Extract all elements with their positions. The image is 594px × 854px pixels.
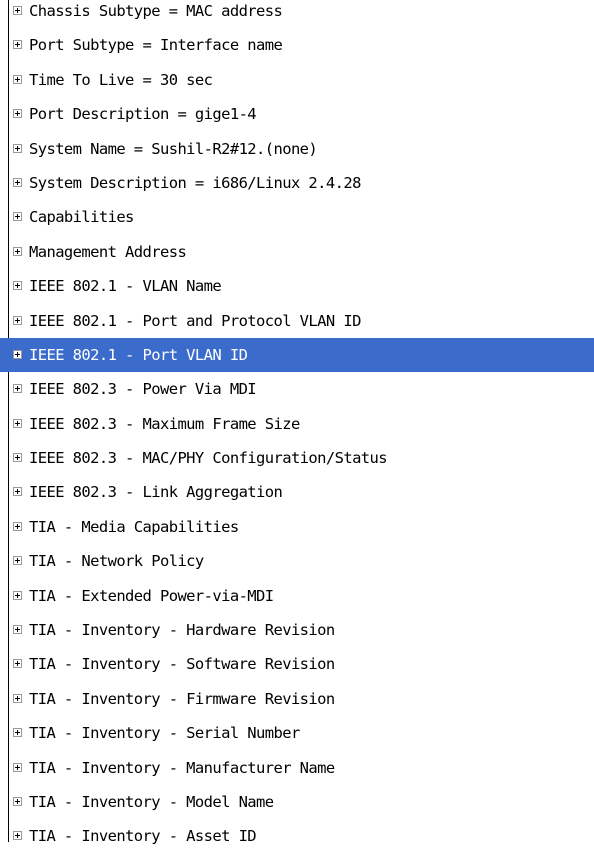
tree-node-label: IEEE 802.1 - Port and Protocol VLAN ID bbox=[29, 311, 361, 330]
plus-box-icon[interactable] bbox=[13, 109, 22, 119]
tree-node-label: Port Description = gige1-4 bbox=[29, 105, 257, 124]
tree-node-ieee-8021-port-protocol-vlan-id[interactable]: IEEE 802.1 - Port and Protocol VLAN ID bbox=[0, 304, 594, 338]
plus-box-icon[interactable] bbox=[13, 521, 22, 531]
plus-box-icon[interactable] bbox=[13, 590, 22, 600]
tree-node-label: Time To Live = 30 sec bbox=[29, 70, 213, 89]
tree-node-label: TIA - Inventory - Hardware Revision bbox=[29, 621, 335, 640]
plus-box-icon[interactable] bbox=[13, 625, 22, 635]
tree-node-tia-inventory-manufacturer-name[interactable]: TIA - Inventory - Manufacturer Name bbox=[0, 751, 594, 785]
tlv-tree-view[interactable]: Chassis Subtype = MAC address Port Subty… bbox=[0, 0, 594, 845]
tree-node-tia-inventory-serial-number[interactable]: TIA - Inventory - Serial Number bbox=[0, 716, 594, 750]
tree-node-tia-network-policy[interactable]: TIA - Network Policy bbox=[0, 544, 594, 578]
plus-box-icon[interactable] bbox=[13, 453, 22, 463]
tree-node-label: System Description = i686/Linux 2.4.28 bbox=[29, 173, 361, 192]
plus-box-icon[interactable] bbox=[13, 212, 22, 222]
tree-node-system-name[interactable]: System Name = Sushil-R2#12.(none) bbox=[0, 132, 594, 166]
tree-node-label: IEEE 802.3 - MAC/PHY Configuration/Statu… bbox=[29, 449, 388, 468]
tree-node-tia-media-capabilities[interactable]: TIA - Media Capabilities bbox=[0, 510, 594, 544]
tree-node-label: TIA - Inventory - Firmware Revision bbox=[29, 689, 335, 708]
tree-node-tia-inventory-firmware-revision[interactable]: TIA - Inventory - Firmware Revision bbox=[0, 682, 594, 716]
plus-box-icon[interactable] bbox=[13, 143, 22, 153]
tree-node-label: Chassis Subtype = MAC address bbox=[29, 2, 283, 20]
tree-node-label: TIA - Inventory - Manufacturer Name bbox=[29, 758, 335, 777]
tree-node-label: TIA - Network Policy bbox=[29, 552, 204, 571]
plus-box-icon[interactable] bbox=[13, 349, 22, 359]
tree-node-management-address[interactable]: Management Address bbox=[0, 235, 594, 269]
tree-node-ieee-8023-maximum-frame-size[interactable]: IEEE 802.3 - Maximum Frame Size bbox=[0, 407, 594, 441]
tree-node-tia-extended-power-via-mdi[interactable]: TIA - Extended Power-via-MDI bbox=[0, 579, 594, 613]
tree-node-label: Capabilities bbox=[29, 208, 134, 227]
plus-box-icon[interactable] bbox=[13, 315, 22, 325]
tree-node-tia-inventory-asset-id[interactable]: TIA - Inventory - Asset ID bbox=[0, 819, 594, 853]
tree-node-label: Port Subtype = Interface name bbox=[29, 36, 283, 55]
plus-box-icon[interactable] bbox=[13, 693, 22, 703]
tree-node-ieee-8021-port-vlan-id[interactable]: IEEE 802.1 - Port VLAN ID bbox=[0, 337, 594, 373]
plus-box-icon[interactable] bbox=[13, 281, 22, 291]
plus-box-icon[interactable] bbox=[13, 728, 22, 738]
tree-node-label: TIA - Media Capabilities bbox=[29, 517, 239, 536]
plus-box-icon[interactable] bbox=[13, 384, 22, 394]
plus-box-icon[interactable] bbox=[13, 762, 22, 772]
plus-box-icon[interactable] bbox=[13, 659, 22, 669]
plus-box-icon[interactable] bbox=[13, 74, 22, 84]
plus-box-icon[interactable] bbox=[13, 831, 22, 841]
plus-box-icon[interactable] bbox=[13, 177, 22, 187]
tree-node-label: IEEE 802.3 - Link Aggregation bbox=[29, 483, 283, 502]
tree-node-time-to-live[interactable]: Time To Live = 30 sec bbox=[0, 63, 594, 97]
tree-node-ieee-8023-mac-phy-config-status[interactable]: IEEE 802.3 - MAC/PHY Configuration/Statu… bbox=[0, 441, 594, 475]
tree-node-label: IEEE 802.3 - Power Via MDI bbox=[29, 380, 257, 399]
tree-node-label: TIA - Extended Power-via-MDI bbox=[29, 586, 274, 605]
tree-node-label: TIA - Inventory - Model Name bbox=[29, 792, 274, 811]
tree-node-label: IEEE 802.1 - Port VLAN ID bbox=[29, 345, 248, 364]
plus-box-icon[interactable] bbox=[13, 40, 22, 50]
plus-box-icon[interactable] bbox=[13, 796, 22, 806]
tree-node-port-subtype[interactable]: Port Subtype = Interface name bbox=[0, 28, 594, 62]
plus-box-icon[interactable] bbox=[13, 487, 22, 497]
tree-node-label: IEEE 802.1 - VLAN Name bbox=[29, 277, 222, 296]
tree-node-label: TIA - Inventory - Serial Number bbox=[29, 724, 300, 743]
tree-node-ieee-8021-vlan-name[interactable]: IEEE 802.1 - VLAN Name bbox=[0, 269, 594, 303]
plus-box-icon[interactable] bbox=[13, 6, 22, 15]
tree-node-tia-inventory-hardware-revision[interactable]: TIA - Inventory - Hardware Revision bbox=[0, 613, 594, 647]
tree-node-ieee-8023-link-aggregation[interactable]: IEEE 802.3 - Link Aggregation bbox=[0, 475, 594, 509]
plus-box-icon[interactable] bbox=[13, 246, 22, 256]
tree-node-label: TIA - Inventory - Asset ID bbox=[29, 827, 257, 846]
tree-node-ieee-8023-power-via-mdi[interactable]: IEEE 802.3 - Power Via MDI bbox=[0, 372, 594, 406]
tree-node-tia-inventory-software-revision[interactable]: TIA - Inventory - Software Revision bbox=[0, 647, 594, 681]
tree-node-label: IEEE 802.3 - Maximum Frame Size bbox=[29, 414, 300, 433]
tree-node-label: TIA - Inventory - Software Revision bbox=[29, 655, 335, 674]
tree-node-label: Management Address bbox=[29, 242, 187, 261]
plus-box-icon[interactable] bbox=[13, 556, 22, 566]
tree-node-capabilities[interactable]: Capabilities bbox=[0, 200, 594, 234]
tree-node-system-description[interactable]: System Description = i686/Linux 2.4.28 bbox=[0, 166, 594, 200]
plus-box-icon[interactable] bbox=[13, 418, 22, 428]
tree-node-label: System Name = Sushil-R2#12.(none) bbox=[29, 139, 318, 158]
tree-node-chassis-subtype[interactable]: Chassis Subtype = MAC address bbox=[0, 0, 594, 28]
tree-node-tia-inventory-model-name[interactable]: TIA - Inventory - Model Name bbox=[0, 785, 594, 819]
tree-node-port-description[interactable]: Port Description = gige1-4 bbox=[0, 97, 594, 131]
tree-node-list: Chassis Subtype = MAC address Port Subty… bbox=[0, 0, 594, 854]
